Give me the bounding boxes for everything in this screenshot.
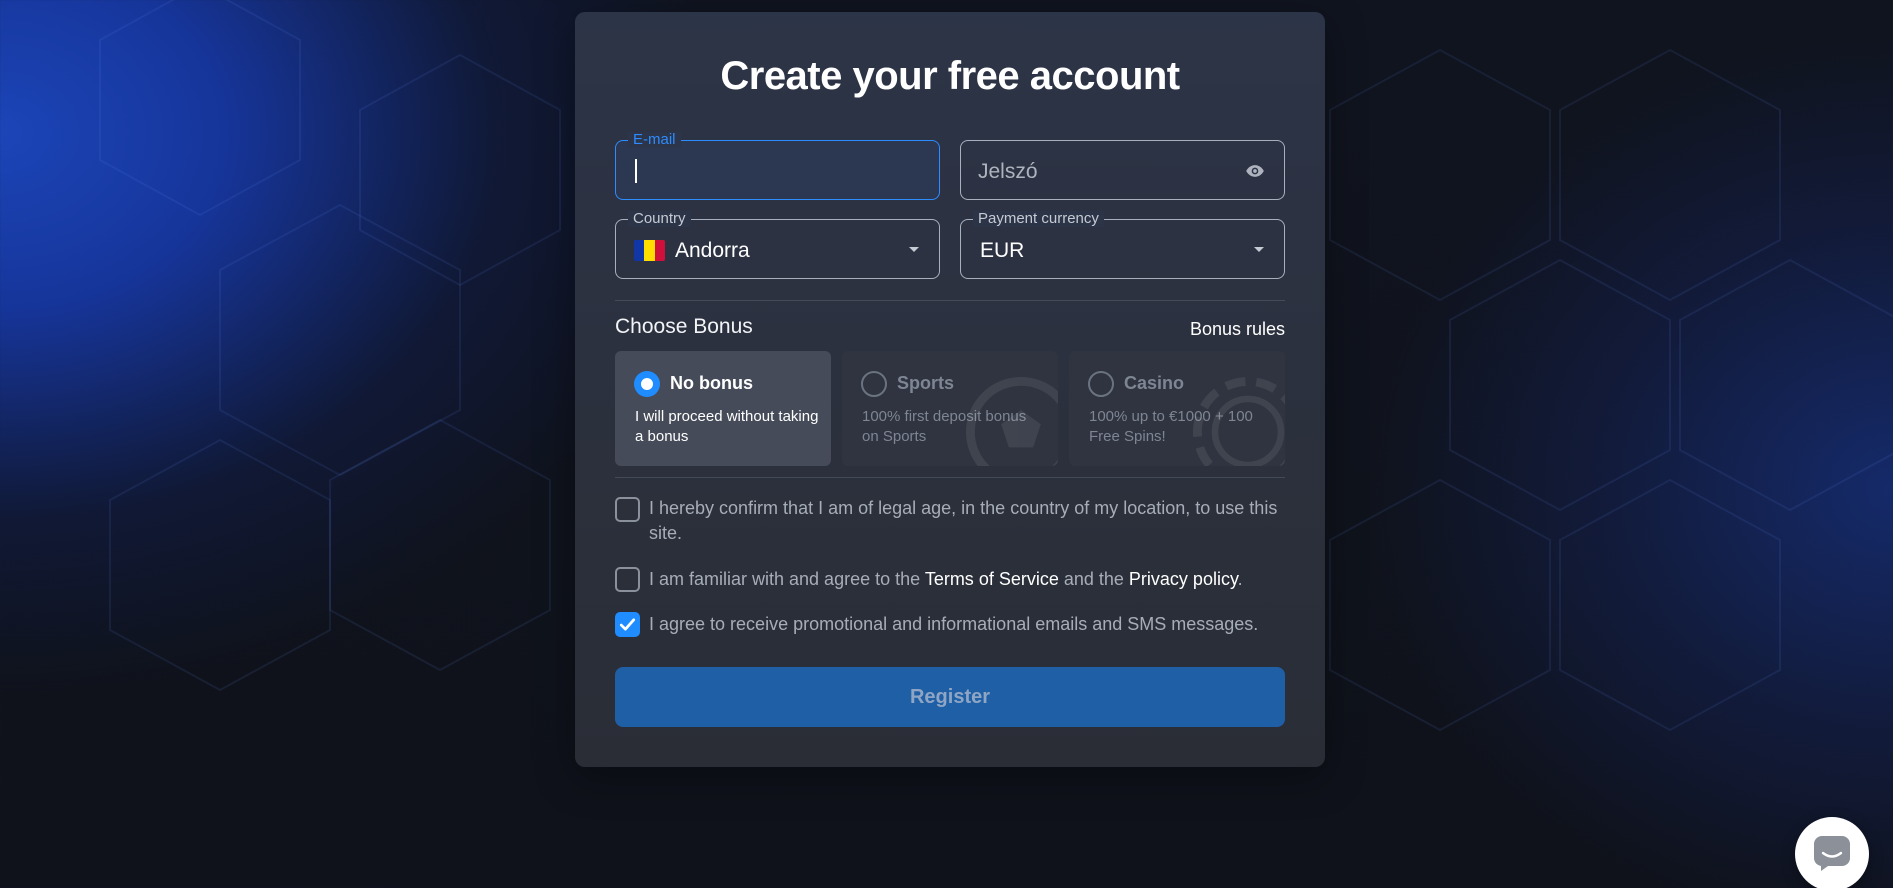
promo-text: I agree to receive promotional and infor… bbox=[649, 614, 1259, 634]
privacy-policy-link[interactable]: Privacy policy bbox=[1129, 569, 1238, 589]
promo-checkbox[interactable] bbox=[615, 612, 640, 637]
soccer-ball-icon bbox=[966, 377, 1058, 466]
bonus-option-sports[interactable]: Sports 100% first deposit bonus on Sport… bbox=[842, 351, 1058, 466]
email-field[interactable]: E-mail bbox=[615, 132, 940, 200]
checkmark-icon bbox=[619, 618, 636, 631]
currency-label: Payment currency bbox=[973, 211, 1104, 227]
chat-button[interactable] bbox=[1795, 817, 1869, 888]
choose-bonus-heading: Choose Bonus bbox=[615, 315, 753, 338]
bonus-name: No bonus bbox=[670, 373, 753, 393]
terms-of-service-link[interactable]: Terms of Service bbox=[925, 569, 1059, 589]
bonus-option-no-bonus[interactable]: No bonus I will proceed without taking a… bbox=[615, 351, 831, 466]
currency-select[interactable]: Payment currency EUR bbox=[960, 211, 1285, 279]
terms-middle: and the bbox=[1058, 569, 1129, 589]
radio-selected[interactable] bbox=[634, 371, 660, 397]
terms-text: I am familiar with and agree to the Term… bbox=[649, 567, 1289, 592]
register-button[interactable]: Register bbox=[615, 667, 1285, 727]
bonus-description: I will proceed without taking a bonus bbox=[635, 408, 819, 445]
currency-value: EUR bbox=[980, 239, 1025, 262]
terms-prefix: I am familiar with and agree to the bbox=[649, 569, 925, 589]
text-cursor bbox=[635, 159, 637, 183]
divider bbox=[615, 300, 1285, 301]
eye-icon[interactable] bbox=[1244, 161, 1266, 181]
chat-icon bbox=[1814, 836, 1850, 871]
bonus-name: Sports bbox=[897, 373, 955, 393]
page-title: Create your free account bbox=[720, 54, 1180, 98]
email-label: E-mail bbox=[628, 132, 681, 148]
legal-age-checkbox[interactable] bbox=[615, 497, 640, 522]
registration-card: Create your free account E-mail Jelszó C… bbox=[575, 12, 1325, 767]
country-select[interactable]: Country Andorra bbox=[615, 211, 940, 279]
chevron-down-icon bbox=[909, 247, 919, 252]
legal-age-text: I hereby confirm that I am of legal age,… bbox=[649, 498, 1278, 543]
terms-checkbox[interactable] bbox=[615, 567, 640, 592]
country-label: Country bbox=[628, 211, 691, 227]
divider bbox=[615, 477, 1285, 478]
country-value: Andorra bbox=[675, 239, 750, 262]
terms-suffix: . bbox=[1237, 569, 1243, 589]
chevron-down-icon bbox=[1254, 247, 1264, 252]
password-placeholder: Jelszó bbox=[978, 160, 1038, 183]
bonus-name: Casino bbox=[1124, 373, 1185, 393]
password-field[interactable]: Jelszó bbox=[960, 140, 1285, 200]
bonus-rules-link[interactable]: Bonus rules bbox=[1190, 319, 1285, 340]
radio-unselected[interactable] bbox=[1088, 371, 1114, 397]
radio-unselected[interactable] bbox=[861, 371, 887, 397]
bonus-option-casino[interactable]: Casino 100% up to €1000 + 100 Free Spins… bbox=[1069, 351, 1285, 466]
andorra-flag-icon bbox=[634, 240, 665, 261]
casino-chip-icon bbox=[1193, 377, 1285, 466]
